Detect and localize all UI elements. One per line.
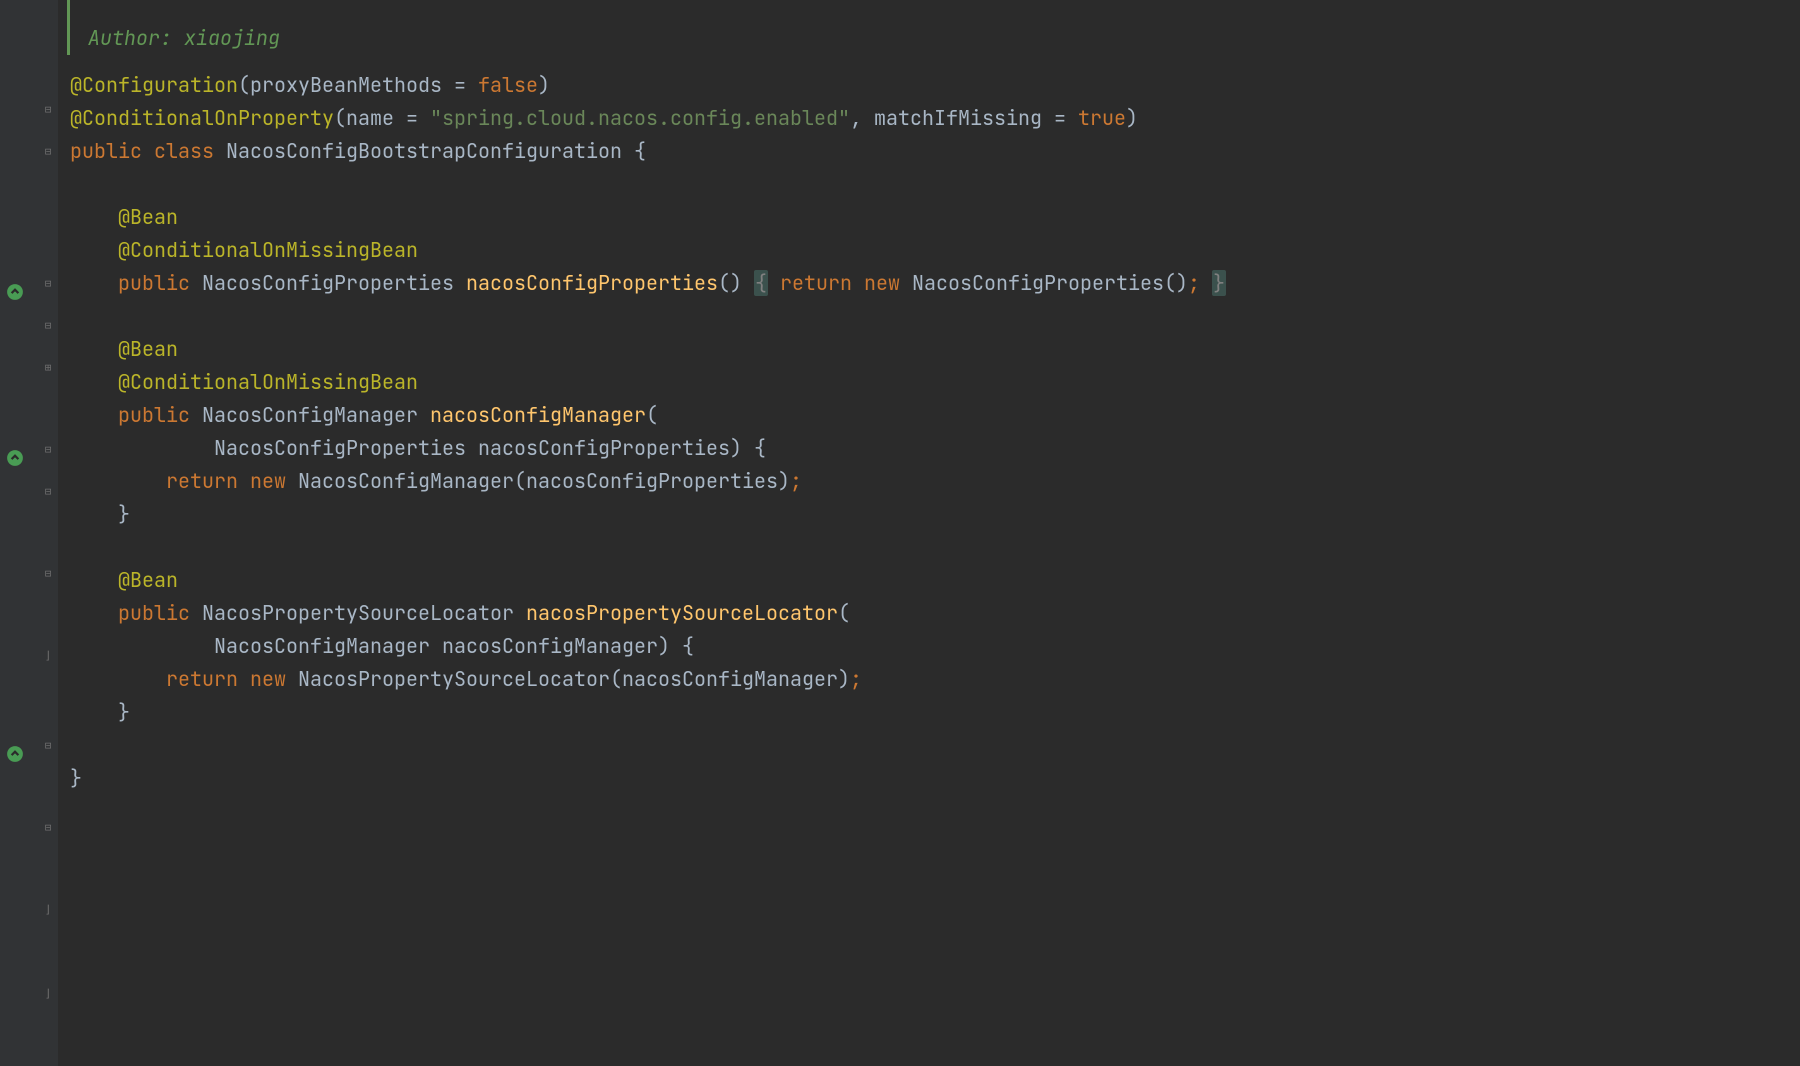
fold-toggle[interactable]: ⊟ [42,146,54,158]
type: NacosPropertySourceLocator [298,666,610,692]
keyword: return [780,270,852,296]
fold-toggle[interactable]: ⊟ [42,822,54,834]
code-line: @ConditionalOnProperty(name = "spring.cl… [70,102,1800,135]
fold-toggle[interactable]: ⊟ [42,320,54,332]
annotation: @Configuration [70,72,238,98]
class-name: NacosConfigBootstrapConfiguration [226,138,622,164]
annotation: @ConditionalOnMissingBean [118,237,418,263]
annotation: @Bean [118,204,178,230]
fold-toggle[interactable]: ⊟ [42,568,54,580]
annotation: @ConditionalOnMissingBean [118,369,418,395]
type: NacosConfigManager [214,633,430,659]
param-name: nacosConfigManager [442,633,658,659]
annotation: @Bean [118,567,178,593]
keyword: new [250,666,286,692]
javadoc-author-line: Author: xiaojing [67,22,1800,55]
javadoc-author-label: Author: [88,22,172,55]
annotation: @ConditionalOnProperty [70,105,334,131]
gutter: ⊟ ⊟ ⊟ ⊟ ⊞ ⊟ ⊟ ⊟ ⌋ ⊟ ⊟ ⌋ ⌋ [0,0,58,1066]
type: NacosPropertySourceLocator [202,600,514,626]
javadoc-author-value: xiaojing [184,22,280,55]
type: NacosConfigManager [298,468,514,494]
type: NacosConfigProperties [912,270,1164,296]
code-line: } [70,498,1800,531]
annotation: @Bean [118,336,178,362]
code-line: @Configuration(proxyBeanMethods = false) [70,69,1800,102]
keyword: public [118,270,190,296]
keyword-false: false [478,72,538,98]
code-line: @ConditionalOnMissingBean [70,366,1800,399]
fold-toggle[interactable]: ⊟ [42,278,54,290]
method-name: nacosPropertySourceLocator [526,600,838,626]
override-method-icon[interactable] [6,444,24,462]
keyword-true: true [1078,105,1126,131]
method-name: nacosConfigProperties [466,270,718,296]
code-line: @Bean [70,201,1800,234]
fold-toggle[interactable]: ⊟ [42,444,54,456]
param-name: nacosConfigManager [622,666,838,692]
type: NacosConfigManager [202,402,418,428]
code-line: @Bean [70,333,1800,366]
code-editor: ⊟ ⊟ ⊟ ⊟ ⊞ ⊟ ⊟ ⊟ ⌋ ⊟ ⊟ ⌋ ⌋ Author: xiaoji… [0,0,1800,1066]
override-method-icon[interactable] [6,278,24,296]
param-name: nacosConfigProperties [478,435,730,461]
string-literal: "spring.cloud.nacos.config.enabled" [430,105,850,131]
keyword: class [154,138,214,164]
keyword: public [70,138,142,164]
code-line: public class NacosConfigBootstrapConfigu… [70,135,1800,168]
code-area[interactable]: Author: xiaojing @Configuration(proxyBea… [58,0,1800,1066]
javadoc-block [67,0,1800,22]
override-method-icon[interactable] [6,740,24,758]
javadoc-author-name [172,22,184,55]
keyword: return [166,666,238,692]
code-line: return new NacosConfigManager(nacosConfi… [70,465,1800,498]
param: name = [346,105,430,131]
code-line: public NacosPropertySourceLocator nacosP… [70,597,1800,630]
fold-end[interactable]: ⌋ [42,904,54,916]
param-name: nacosConfigProperties [526,468,778,494]
fold-toggle[interactable]: ⊞ [42,362,54,374]
keyword: public [118,402,190,428]
keyword: new [864,270,900,296]
code-line: @ConditionalOnMissingBean [70,234,1800,267]
code-line: } [70,762,1800,795]
keyword: public [118,600,190,626]
fold-end[interactable]: ⌋ [42,988,54,1000]
code-line: NacosConfigManager nacosConfigManager) { [70,630,1800,663]
param: proxyBeanMethods = [250,72,478,98]
code-line: public NacosConfigProperties nacosConfig… [70,267,1800,300]
method-name: nacosConfigManager [430,402,646,428]
type: NacosConfigProperties [202,270,454,296]
fold-toggle[interactable]: ⊟ [42,486,54,498]
type: NacosConfigProperties [214,435,466,461]
fold-toggle[interactable]: ⊟ [42,104,54,116]
keyword: new [250,468,286,494]
keyword: return [166,468,238,494]
fold-end[interactable]: ⌋ [42,650,54,662]
code-line: public NacosConfigManager nacosConfigMan… [70,399,1800,432]
fold-toggle[interactable]: ⊟ [42,740,54,752]
code-line: } [70,696,1800,729]
code-line: return new NacosPropertySourceLocator(na… [70,663,1800,696]
code-line: NacosConfigProperties nacosConfigPropert… [70,432,1800,465]
param: , matchIfMissing = [850,105,1078,131]
code-line: @Bean [70,564,1800,597]
